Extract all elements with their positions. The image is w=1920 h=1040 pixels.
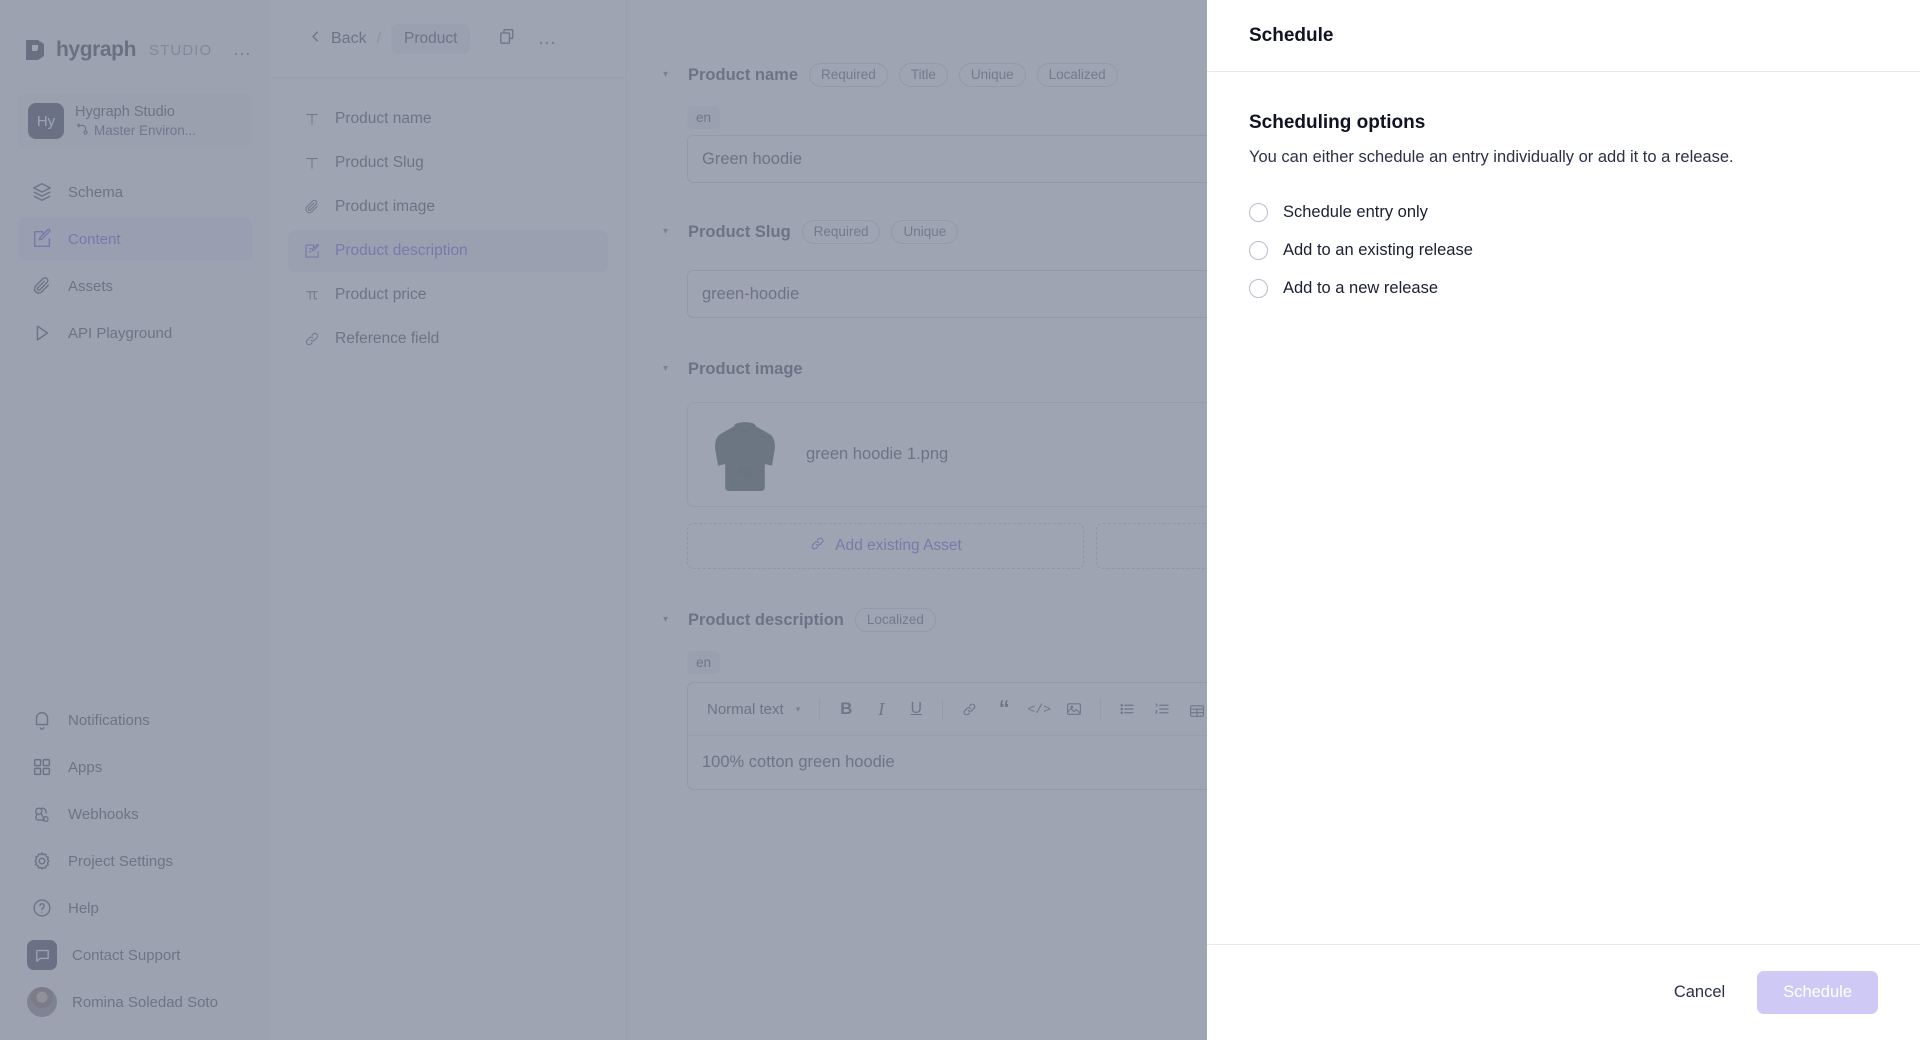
radio-icon [1249,279,1268,298]
radio-option-add-to-new-release[interactable]: Add to a new release [1249,269,1878,307]
schedule-panel-header: Schedule [1207,0,1920,72]
radio-icon [1249,203,1268,222]
app-root: hygraph STUDIO … Hy Hygraph Studio Maste… [0,0,1920,1040]
radio-label: Schedule entry only [1283,203,1428,222]
schedule-panel: Schedule Scheduling options You can eith… [1207,0,1920,1040]
radio-option-schedule-entry-only[interactable]: Schedule entry only [1249,193,1878,231]
radio-option-add-to-existing-release[interactable]: Add to an existing release [1249,231,1878,269]
cancel-button[interactable]: Cancel [1656,972,1743,1013]
scheduling-options-description: You can either schedule an entry individ… [1249,148,1878,167]
schedule-panel-footer: Cancel Schedule [1207,944,1920,1040]
scheduling-options-title: Scheduling options [1249,112,1878,134]
radio-label: Add to an existing release [1283,241,1473,260]
schedule-panel-body: Scheduling options You can either schedu… [1207,72,1920,944]
radio-label: Add to a new release [1283,279,1438,298]
page-title: Schedule [1249,25,1333,47]
radio-icon [1249,241,1268,260]
schedule-button[interactable]: Schedule [1757,971,1878,1014]
